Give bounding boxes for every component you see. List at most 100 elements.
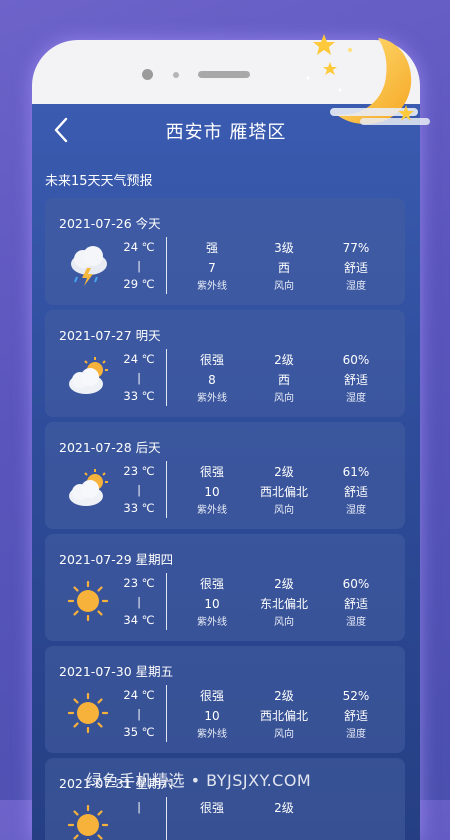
uv-index: 10	[204, 597, 220, 611]
comfort-level	[316, 818, 396, 838]
partly-cloudy-icon	[65, 354, 111, 400]
forecast-card[interactable]: 2021-07-27 明天 24 ℃ | 33 ℃ 很强 8 紫外线 2级 西 …	[45, 310, 405, 417]
temp-separator: |	[137, 800, 141, 814]
wind-level: 2级	[274, 577, 294, 591]
uv-level: 很强	[199, 353, 224, 367]
uv-column: 很强 8 紫外线	[172, 350, 252, 408]
wind-column: 2级 风向	[244, 798, 324, 840]
uv-level: 很强	[199, 465, 224, 479]
uv-index: 8	[208, 373, 216, 387]
wind-direction: 西	[277, 373, 290, 387]
temperature-range: 24 ℃ | 29 ℃	[109, 238, 169, 294]
uv-column: 很强 10 紫外线	[172, 462, 252, 520]
uv-index	[172, 818, 252, 838]
sunny-icon	[65, 690, 111, 736]
humidity-value	[316, 798, 396, 818]
wind-column: 2级 西 风向	[244, 350, 324, 408]
uv-column: 很强 10 紫外线	[172, 574, 252, 632]
temperature-range: |	[109, 798, 169, 817]
uv-level: 很强	[199, 801, 224, 815]
wind-column: 3级 西 风向	[244, 238, 324, 296]
temp-low: 23 ℃	[123, 576, 155, 590]
uv-column: 强 7 紫外线	[172, 238, 252, 296]
temp-separator: |	[137, 258, 141, 273]
temp-high: 29 ℃	[123, 277, 155, 291]
sunny-icon	[65, 578, 111, 624]
wind-direction: 西北偏北	[259, 485, 308, 499]
wind-level: 3级	[274, 241, 294, 255]
comfort-level: 舒适	[343, 261, 368, 275]
app-screen: 西安市 雁塔区 未来15天天气预报 2021-07-26 今天 24 ℃ | 2…	[32, 104, 420, 840]
humidity-column: 60% 舒适 湿度	[316, 350, 396, 408]
forecast-date: 2021-07-29 星期四	[59, 552, 174, 567]
uv-index: 10	[204, 485, 220, 499]
humidity-label: 湿度	[346, 729, 366, 740]
wind-label: 风向	[274, 505, 294, 516]
watermark-text: 绿色手机精选 • BYJSJXY.COM	[86, 771, 312, 790]
wind-direction: 西北偏北	[259, 709, 308, 723]
temp-low: 24 ℃	[123, 352, 155, 366]
sunny-icon	[65, 802, 111, 840]
wind-column: 2级 西北偏北 风向	[244, 686, 324, 744]
phone-frame: 西安市 雁塔区 未来15天天气预报 2021-07-26 今天 24 ℃ | 2…	[32, 40, 420, 840]
humidity-value: 60%	[342, 353, 370, 367]
humidity-column: 61% 舒适 湿度	[316, 462, 396, 520]
humidity-value: 77%	[342, 241, 370, 255]
forecast-card[interactable]: 2021-07-30 星期五 24 ℃ | 35 ℃ 很强 10 紫外线 2级 …	[45, 646, 405, 753]
wind-level: 2级	[274, 689, 294, 703]
uv-level: 很强	[199, 577, 224, 591]
comfort-level: 舒适	[343, 597, 368, 611]
front-camera	[142, 69, 153, 80]
temp-low: 23 ℃	[123, 464, 155, 478]
temp-separator: |	[137, 594, 141, 609]
humidity-label: 湿度	[346, 617, 366, 628]
forecast-date: 2021-07-30 星期五	[59, 664, 174, 679]
humidity-column: 60% 舒适 湿度	[316, 574, 396, 632]
wind-label: 风向	[274, 281, 294, 292]
divider	[166, 461, 167, 518]
uv-level: 强	[205, 241, 218, 255]
humidity-label: 湿度	[346, 393, 366, 404]
temp-separator: |	[137, 706, 141, 721]
comfort-level: 舒适	[343, 709, 368, 723]
humidity-value: 52%	[342, 689, 370, 703]
divider	[166, 349, 167, 406]
wind-direction: 西	[277, 261, 290, 275]
temp-high: 35 ℃	[123, 725, 155, 739]
humidity-column: 52% 舒适 湿度	[316, 686, 396, 744]
humidity-column: 湿度	[316, 798, 396, 840]
uv-label: 紫外线	[197, 617, 227, 628]
comfort-level: 舒适	[343, 485, 368, 499]
uv-level: 很强	[199, 689, 224, 703]
uv-column: 很强 10 紫外线	[172, 686, 252, 744]
forecast-date: 2021-07-28 后天	[59, 440, 161, 455]
proximity-sensor	[173, 72, 179, 78]
moon-stars-decoration	[306, 34, 430, 125]
uv-label: 紫外线	[197, 393, 227, 404]
partly-cloudy-icon	[65, 466, 111, 512]
temp-high: 34 ℃	[123, 613, 155, 627]
forecast-card[interactable]: 2021-07-28 后天 23 ℃ | 33 ℃ 很强 10 紫外线 2级 西…	[45, 422, 405, 529]
temp-low: 24 ℃	[123, 688, 155, 702]
humidity-label: 湿度	[346, 505, 366, 516]
uv-label: 紫外线	[197, 729, 227, 740]
forecast-card[interactable]: 2021-07-26 今天 24 ℃ | 29 ℃ 强 7 紫外线 3级 西 风…	[45, 198, 405, 305]
wind-level: 2级	[274, 801, 294, 815]
uv-index: 7	[208, 261, 216, 275]
wind-level: 2级	[274, 465, 294, 479]
temperature-range: 23 ℃ | 33 ℃	[109, 462, 169, 518]
thunderstorm-icon	[65, 242, 111, 288]
temp-high: 33 ℃	[123, 389, 155, 403]
uv-index: 10	[204, 709, 220, 723]
divider	[166, 797, 167, 840]
wind-label: 风向	[274, 729, 294, 740]
wind-label: 风向	[274, 617, 294, 628]
temp-separator: |	[137, 482, 141, 497]
wind-label: 风向	[274, 393, 294, 404]
forecast-card[interactable]: 2021-07-29 星期四 23 ℃ | 34 ℃ 很强 10 紫外线 2级 …	[45, 534, 405, 641]
temperature-range: 24 ℃ | 35 ℃	[109, 686, 169, 742]
wind-column: 2级 西北偏北 风向	[244, 462, 324, 520]
temp-high: 33 ℃	[123, 501, 155, 515]
divider	[166, 573, 167, 630]
humidity-value: 60%	[342, 577, 370, 591]
